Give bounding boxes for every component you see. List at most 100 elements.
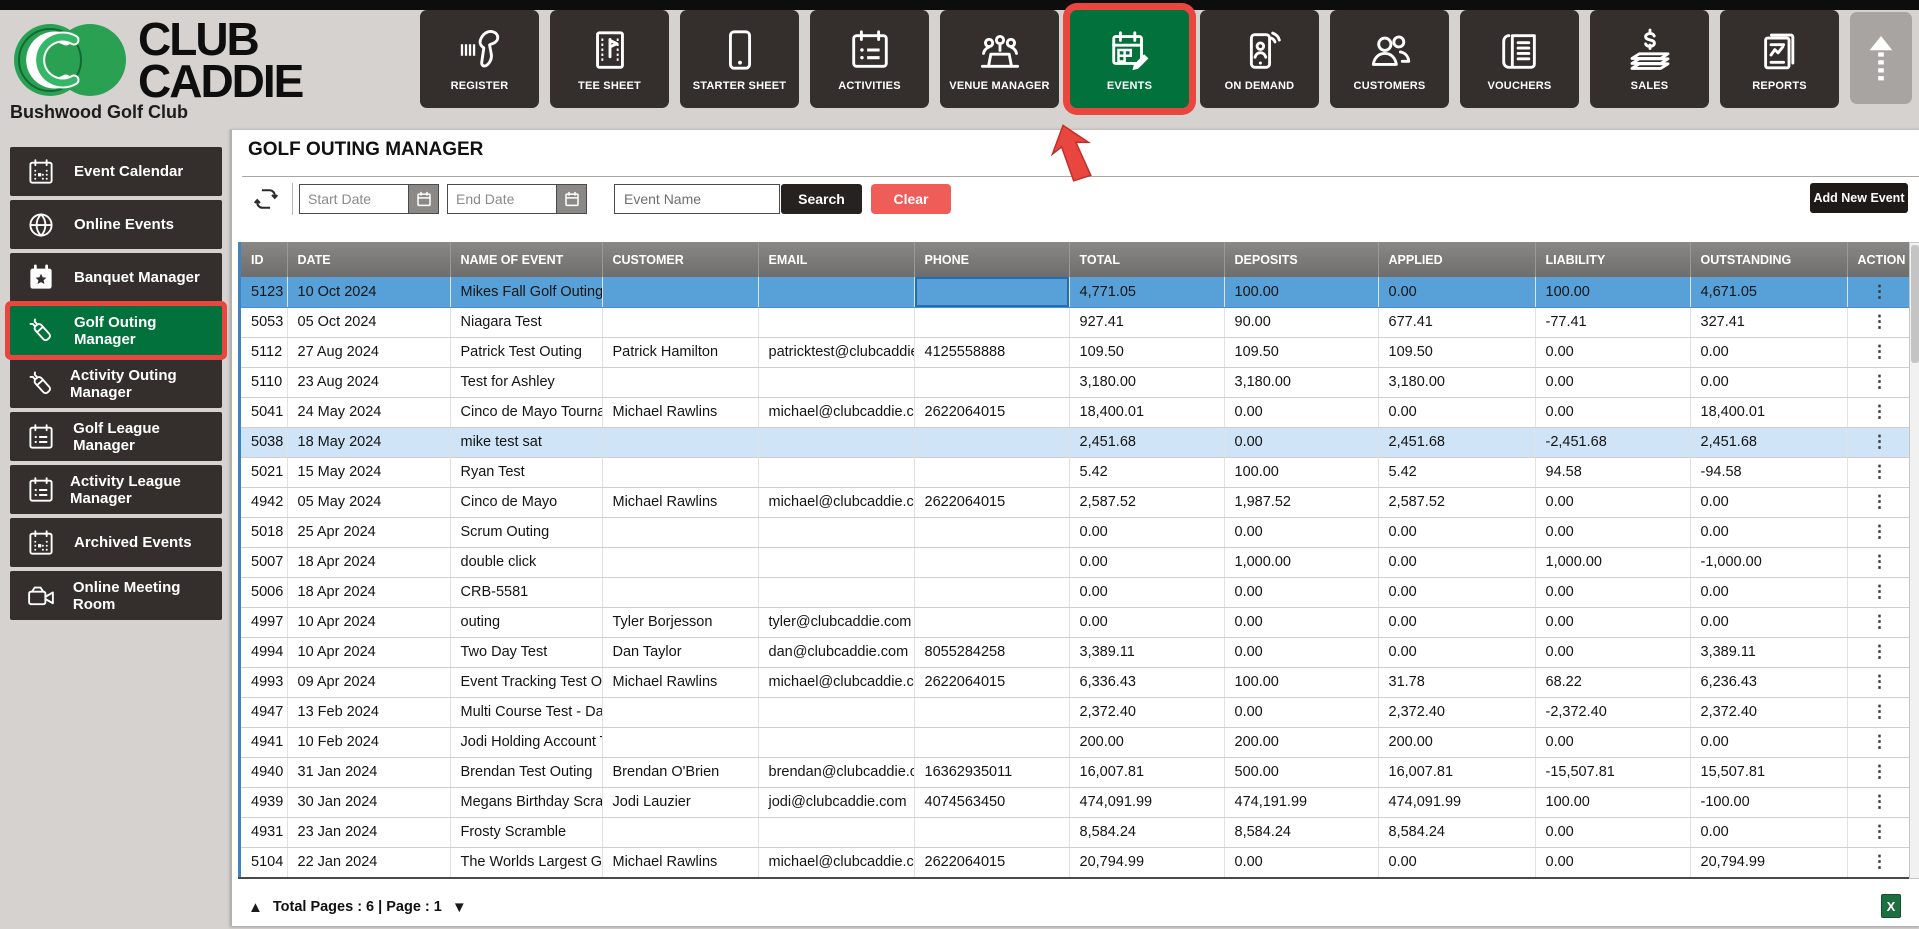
nav-button-vouchers[interactable]: VOUCHERS (1460, 10, 1579, 108)
column-header-phone[interactable]: PHONE (914, 242, 1069, 277)
cell-customer (602, 547, 758, 577)
row-actions-menu-icon[interactable]: ⋮ (1847, 517, 1912, 547)
column-header-email[interactable]: EMAIL (758, 242, 914, 277)
add-new-event-button[interactable]: Add New Event (1810, 183, 1908, 213)
end-date-input[interactable] (448, 185, 556, 213)
nav-button-events[interactable]: EVENTS (1070, 10, 1189, 108)
refresh-button[interactable] (252, 185, 280, 213)
calendar-dots-icon (26, 528, 60, 558)
row-actions-menu-icon[interactable]: ⋮ (1847, 397, 1912, 427)
table-row[interactable]: 511023 Aug 2024Test for Ashley3,180.003,… (241, 367, 1912, 397)
nav-button-on-demand[interactable]: ON DEMAND (1200, 10, 1319, 108)
row-actions-menu-icon[interactable]: ⋮ (1847, 307, 1912, 337)
scroll-top-button[interactable] (1850, 12, 1912, 104)
row-actions-menu-icon[interactable]: ⋮ (1847, 757, 1912, 787)
column-header-id[interactable]: ID (241, 242, 287, 277)
table-scrollbar[interactable] (1909, 242, 1919, 879)
nav-button-customers[interactable]: CUSTOMERS (1330, 10, 1449, 108)
nav-button-sales[interactable]: SALES (1590, 10, 1709, 108)
clear-button[interactable]: Clear (871, 184, 951, 214)
table-row[interactable]: 505305 Oct 2024Niagara Test927.4190.0067… (241, 307, 1912, 337)
nav-button-label: STARTER SHEET (693, 80, 786, 92)
nav-button-tee-sheet[interactable]: TEE SHEET (550, 10, 669, 108)
table-row[interactable]: 504124 May 2024Cinco de Mayo TournamentM… (241, 397, 1912, 427)
table-row[interactable]: 499410 Apr 2024Two Day TestDan Taylordan… (241, 637, 1912, 667)
column-header-applied[interactable]: APPLIED (1378, 242, 1535, 277)
sidebar-item-golf-league-manager[interactable]: Golf League Manager (10, 412, 222, 461)
table-row[interactable]: 494713 Feb 2024Multi Course Test - Dan2,… (241, 697, 1912, 727)
table-row[interactable]: 494205 May 2024Cinco de MayoMichael Rawl… (241, 487, 1912, 517)
column-header-liability[interactable]: LIABILITY (1535, 242, 1690, 277)
sidebar-item-online-meeting-room[interactable]: Online Meeting Room (10, 571, 222, 620)
cell-email (758, 547, 914, 577)
row-actions-menu-icon[interactable]: ⋮ (1847, 607, 1912, 637)
sidebar-item-golf-outing-manager[interactable]: Golf Outing Manager (10, 306, 222, 355)
cell-liability: 100.00 (1535, 277, 1690, 307)
column-header-date[interactable]: DATE (287, 242, 450, 277)
sidebar-item-activity-league-manager[interactable]: Activity League Manager (10, 465, 222, 514)
column-header-total[interactable]: TOTAL (1069, 242, 1224, 277)
excel-export-icon[interactable]: X (1881, 894, 1901, 918)
cell-name-of-event: Jodi Holding Account Test (450, 727, 602, 757)
column-header-name-of-event[interactable]: NAME OF EVENT (450, 242, 602, 277)
table-row[interactable]: 494110 Feb 2024Jodi Holding Account Test… (241, 727, 1912, 757)
sidebar-item-online-events[interactable]: Online Events (10, 200, 222, 249)
row-actions-menu-icon[interactable]: ⋮ (1847, 427, 1912, 457)
page-down-icon[interactable]: ▼ (452, 899, 467, 916)
table-row[interactable]: 500718 Apr 2024double click0.001,000.000… (241, 547, 1912, 577)
row-actions-menu-icon[interactable]: ⋮ (1847, 667, 1912, 697)
table-row[interactable]: 502115 May 2024Ryan Test5.42100.005.4294… (241, 457, 1912, 487)
search-button[interactable]: Search (781, 184, 862, 214)
column-header-action[interactable]: ACTION (1847, 242, 1912, 277)
table-row[interactable]: 493930 Jan 2024Megans Birthday ScrambleJ… (241, 787, 1912, 817)
table-row[interactable]: 503818 May 2024mike test sat2,451.680.00… (241, 427, 1912, 457)
nav-button-activities[interactable]: ACTIVITIES (810, 10, 929, 108)
sidebar-item-banquet-manager[interactable]: Banquet Manager (10, 253, 222, 302)
sidebar-item-archived-events[interactable]: Archived Events (10, 518, 222, 567)
table-row[interactable]: 501825 Apr 2024Scrum Outing0.000.000.000… (241, 517, 1912, 547)
row-actions-menu-icon[interactable]: ⋮ (1847, 487, 1912, 517)
nav-button-register[interactable]: REGISTER (420, 10, 539, 108)
sidebar-item-event-calendar[interactable]: Event Calendar (10, 147, 222, 196)
cell-phone (914, 697, 1069, 727)
nav-button-starter-sheet[interactable]: STARTER SHEET (680, 10, 799, 108)
column-header-customer[interactable]: CUSTOMER (602, 242, 758, 277)
column-header-deposits[interactable]: DEPOSITS (1224, 242, 1378, 277)
sidebar-item-label: Archived Events (74, 534, 192, 551)
nav-button-label: ACTIVITIES (838, 80, 901, 92)
table-row[interactable]: 499710 Apr 2024outingTyler Borjessontyle… (241, 607, 1912, 637)
table-row[interactable]: 499309 Apr 2024Event Tracking Test Outin… (241, 667, 1912, 697)
club-caddie-app: CLUB CADDIE Bushwood Golf Club REGISTERT… (0, 0, 1919, 929)
nav-button-venue-manager[interactable]: VENUE MANAGER (940, 10, 1059, 108)
start-date-input[interactable] (300, 185, 408, 213)
row-actions-menu-icon[interactable]: ⋮ (1847, 547, 1912, 577)
row-actions-menu-icon[interactable]: ⋮ (1847, 577, 1912, 607)
row-actions-menu-icon[interactable]: ⋮ (1847, 727, 1912, 757)
cell-deposits: 0.00 (1224, 577, 1378, 607)
end-date-calendar-button[interactable] (556, 185, 586, 213)
table-row[interactable]: 500618 Apr 2024CRB-55810.000.000.000.000… (241, 577, 1912, 607)
event-name-input[interactable] (614, 184, 780, 214)
calendar-icon (415, 190, 433, 208)
table-row[interactable]: 512310 Oct 2024Mikes Fall Golf Outing4,7… (241, 277, 1912, 307)
sidebar-item-activity-outing-manager[interactable]: Activity Outing Manager (10, 359, 222, 408)
scrollbar-thumb[interactable] (1911, 245, 1919, 363)
column-header-outstanding[interactable]: OUTSTANDING (1690, 242, 1847, 277)
table-row[interactable]: 493123 Jan 2024Frosty Scramble8,584.248,… (241, 817, 1912, 847)
row-actions-menu-icon[interactable]: ⋮ (1847, 337, 1912, 367)
row-actions-menu-icon[interactable]: ⋮ (1847, 637, 1912, 667)
row-actions-menu-icon[interactable]: ⋮ (1847, 277, 1912, 307)
page-up-icon[interactable]: ▲ (248, 899, 263, 916)
row-actions-menu-icon[interactable]: ⋮ (1847, 457, 1912, 487)
nav-button-reports[interactable]: REPORTS (1720, 10, 1839, 108)
row-actions-menu-icon[interactable]: ⋮ (1847, 787, 1912, 817)
row-actions-menu-icon[interactable]: ⋮ (1847, 367, 1912, 397)
table-row[interactable]: 510422 Jan 2024The Worlds Largest Golf O… (241, 847, 1912, 877)
table-row[interactable]: 494031 Jan 2024Brendan Test OutingBrenda… (241, 757, 1912, 787)
row-actions-menu-icon[interactable]: ⋮ (1847, 817, 1912, 847)
row-actions-menu-icon[interactable]: ⋮ (1847, 697, 1912, 727)
row-actions-menu-icon[interactable]: ⋮ (1847, 847, 1912, 877)
table-row[interactable]: 511227 Aug 2024Patrick Test OutingPatric… (241, 337, 1912, 367)
cell-customer: Michael Rawlins (602, 487, 758, 517)
start-date-calendar-button[interactable] (408, 185, 438, 213)
